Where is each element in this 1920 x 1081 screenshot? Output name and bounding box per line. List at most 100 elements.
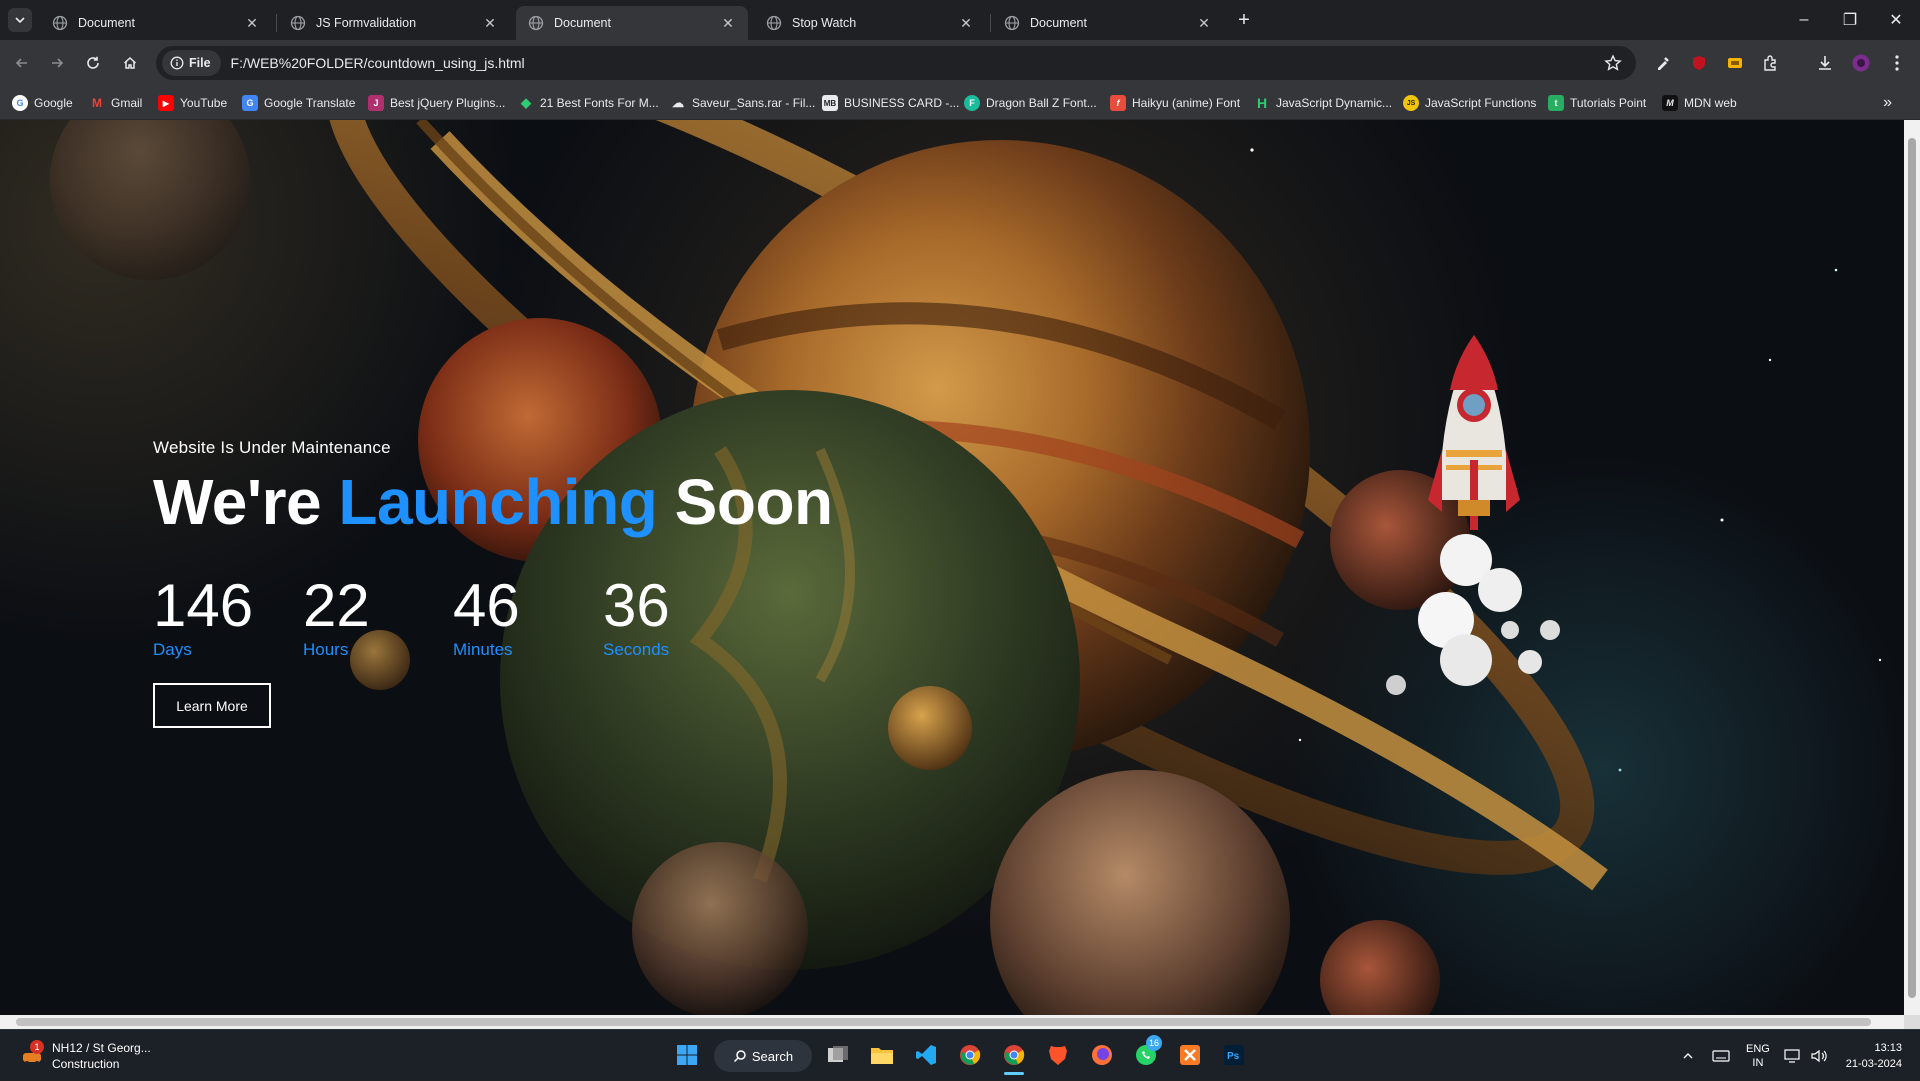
headline-end: Soon	[674, 466, 833, 538]
site-info-chip[interactable]: File	[162, 50, 221, 76]
bookmark-saveur-sans[interactable]: ☁ Saveur_Sans.rar - Fil...	[670, 94, 815, 112]
translate-icon: G	[242, 95, 258, 111]
brave-button[interactable]	[1044, 1041, 1072, 1069]
firefox-button[interactable]	[1088, 1041, 1116, 1069]
vscode-button[interactable]	[912, 1041, 940, 1069]
tab-strip: Document ✕ JS Formvalidation ✕ Document …	[0, 0, 1920, 40]
forward-button[interactable]	[44, 50, 70, 76]
address-bar[interactable]: File F:/WEB%20FOLDER/countdown_using_js.…	[156, 46, 1636, 80]
tab-title: Stop Watch	[792, 16, 857, 30]
bookmark-label: Saveur_Sans.rar - Fil...	[692, 96, 816, 110]
info-icon	[170, 56, 184, 70]
keyboard-icon[interactable]	[1712, 1049, 1730, 1063]
close-icon[interactable]: ✕	[244, 15, 260, 31]
whatsapp-button[interactable]: 16	[1132, 1035, 1162, 1069]
extension-badge-icon	[1728, 58, 1742, 68]
downloads-button[interactable]	[1814, 52, 1836, 74]
bookmark-gmail[interactable]: M Gmail	[89, 94, 142, 112]
horizontal-scrollbar[interactable]	[0, 1015, 1904, 1029]
windows-logo-icon	[677, 1045, 697, 1065]
color-picker-extension[interactable]	[1652, 52, 1674, 74]
bookmark-label: JavaScript Functions	[1425, 96, 1537, 110]
bookmark-dragon-ball-font[interactable]: F Dragon Ball Z Font...	[964, 94, 1097, 112]
bookmark-business-card[interactable]: MB BUSINESS CARD -...	[822, 94, 959, 112]
countdown-unit: Seconds	[603, 640, 670, 659]
chrome-button[interactable]	[956, 1041, 984, 1069]
traffic-icon: 1	[20, 1040, 44, 1068]
tab-stop-watch[interactable]: Stop Watch ✕	[754, 6, 986, 40]
search-icon	[733, 1050, 746, 1063]
bookmark-jquery-plugins[interactable]: J Best jQuery Plugins...	[368, 94, 505, 112]
language-indicator[interactable]: ENG IN	[1746, 1042, 1770, 1070]
browser-menu-button[interactable]	[1886, 52, 1908, 74]
windows-taskbar: 1 NH12 / St Georg... Construction Search…	[0, 1029, 1920, 1080]
extension-yellow[interactable]	[1724, 52, 1746, 74]
profile-button[interactable]	[1850, 52, 1872, 74]
close-window-button[interactable]: ✕	[1876, 0, 1916, 40]
kebab-menu-icon	[1895, 55, 1899, 71]
active-indicator	[1004, 1072, 1024, 1075]
tab-js-formvalidation[interactable]: JS Formvalidation ✕	[278, 6, 510, 40]
chrome-profile-button[interactable]	[1000, 1041, 1028, 1075]
tab-document-1[interactable]: Document ✕	[40, 6, 272, 40]
home-button[interactable]	[117, 50, 143, 76]
restore-button[interactable]: ❐	[1830, 0, 1870, 40]
chevron-up-icon[interactable]	[1682, 1050, 1694, 1062]
bookmark-js-functions[interactable]: JS JavaScript Functions	[1403, 94, 1536, 112]
bookmark-haikyu-font[interactable]: f Haikyu (anime) Font	[1110, 94, 1240, 112]
scrollbar-thumb[interactable]	[1908, 138, 1916, 998]
countdown-hours: 22 Hours	[303, 576, 370, 660]
photoshop-button[interactable]: Ps	[1220, 1041, 1248, 1069]
countdown-days: 146 Days	[153, 576, 253, 660]
system-tray: ENG IN	[1682, 1030, 1828, 1081]
bookmark-google-translate[interactable]: G Google Translate	[242, 94, 355, 112]
network-icon[interactable]	[1784, 1048, 1802, 1064]
task-view-button[interactable]	[824, 1041, 852, 1069]
browser-toolbar: File F:/WEB%20FOLDER/countdown_using_js.…	[0, 40, 1920, 86]
bookmark-youtube[interactable]: ▶ YouTube	[158, 94, 227, 112]
bookmark-google[interactable]: G Google	[12, 94, 73, 112]
scheme-label: File	[189, 56, 211, 70]
countdown-unit: Minutes	[453, 640, 513, 659]
xampp-button[interactable]	[1176, 1041, 1204, 1069]
volume-icon[interactable]	[1810, 1048, 1828, 1064]
start-button[interactable]	[673, 1041, 701, 1069]
close-icon[interactable]: ✕	[720, 15, 736, 31]
chrome-icon	[960, 1045, 981, 1065]
scrollbar-thumb[interactable]	[16, 1018, 1871, 1026]
chrome-icon	[1004, 1045, 1025, 1065]
bookmark-mdn-web[interactable]: M MDN web	[1662, 94, 1737, 112]
language-line2: IN	[1752, 1056, 1764, 1069]
tab-document-3[interactable]: Document ✕	[992, 6, 1224, 40]
bookmark-label: JavaScript Dynamic...	[1276, 96, 1393, 110]
tab-title: Document	[78, 16, 135, 30]
tab-divider	[276, 14, 277, 32]
tab-search-button[interactable]	[8, 8, 32, 32]
taskbar-search[interactable]: Search	[714, 1040, 812, 1072]
star-icon[interactable]	[1604, 54, 1622, 72]
close-icon[interactable]: ✕	[1196, 15, 1212, 31]
bookmark-js-dynamic[interactable]: H JavaScript Dynamic...	[1254, 94, 1392, 112]
bookmark-tutorials-point[interactable]: t Tutorials Point	[1548, 94, 1646, 112]
weather-widget[interactable]: 1 NH12 / St Georg... Construction	[20, 1040, 151, 1072]
learn-more-button[interactable]: Learn More	[153, 683, 271, 728]
close-icon[interactable]: ✕	[958, 15, 974, 31]
minimize-button[interactable]: –	[1784, 0, 1824, 40]
ublock-extension[interactable]	[1688, 52, 1710, 74]
bookmark-label: Dragon Ball Z Font...	[986, 96, 1097, 110]
back-button[interactable]	[9, 50, 35, 76]
weather-line2: Construction	[52, 1057, 120, 1071]
bookmark-best-fonts[interactable]: ◆ 21 Best Fonts For M...	[518, 94, 659, 112]
tab-document-active[interactable]: Document ✕	[516, 6, 748, 40]
extensions-button[interactable]	[1760, 52, 1782, 74]
new-tab-button[interactable]: +	[1232, 8, 1256, 32]
chevron-double-right-icon[interactable]: »	[1883, 94, 1892, 112]
shield-icon	[1693, 56, 1705, 70]
clock-time: 13:13	[1874, 1042, 1902, 1054]
file-explorer-button[interactable]	[868, 1041, 896, 1069]
reload-button[interactable]	[80, 50, 106, 76]
close-icon[interactable]: ✕	[482, 15, 498, 31]
vertical-scrollbar[interactable]	[1904, 120, 1920, 1015]
system-clock[interactable]: 13:13 21-03-2024	[1846, 1040, 1902, 1072]
globe-icon	[290, 15, 306, 31]
